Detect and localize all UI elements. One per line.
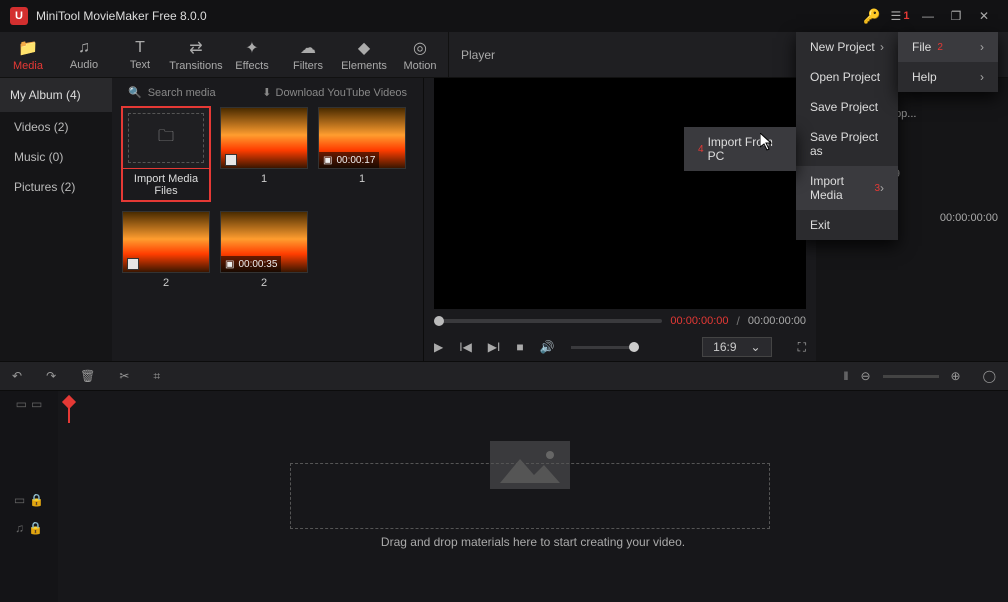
menu-new-project[interactable]: New Project› <box>796 32 898 62</box>
tab-audio[interactable]: ♫Audio <box>56 32 112 78</box>
video-icon: ▣ <box>225 259 234 270</box>
effects-icon: ✦ <box>245 38 258 58</box>
play-button[interactable]: ▶ <box>434 340 443 354</box>
stop-button[interactable]: ■ <box>516 340 523 354</box>
audio-track-icon[interactable]: ♫ <box>15 521 24 535</box>
filters-icon: ☁ <box>300 38 316 58</box>
sidebar-item-pictures[interactable]: Pictures (2) <box>0 172 112 202</box>
media-tile[interactable]: 2 <box>122 211 210 289</box>
minimize-button[interactable]: — <box>914 0 942 32</box>
tab-transitions[interactable]: ⇄Transitions <box>168 32 224 78</box>
maximize-button[interactable]: ❐ <box>942 0 970 32</box>
text-icon: T <box>135 39 145 57</box>
chevron-right-icon: › <box>980 70 984 84</box>
volume-icon[interactable]: 🔊 <box>540 340 555 354</box>
video-track-icon[interactable]: ▭ <box>14 493 25 507</box>
media-tile[interactable]: ▣00:00:17 1 <box>318 107 406 201</box>
menu-open-project[interactable]: Open Project <box>796 62 898 92</box>
tab-text[interactable]: TText <box>112 32 168 78</box>
media-tile[interactable]: 1 <box>220 107 308 201</box>
video-icon: ▣ <box>323 155 332 166</box>
sidebar-item-videos[interactable]: Videos (2) <box>0 112 112 142</box>
fullscreen-icon[interactable]: ⛶ <box>798 340 806 355</box>
seek-slider[interactable] <box>434 319 662 323</box>
tab-media[interactable]: 📁Media <box>0 32 56 78</box>
download-youtube-button[interactable]: ⬇ Download YouTube Videos <box>262 86 407 99</box>
lock-track-icon[interactable]: ▭ <box>16 397 27 411</box>
elements-icon: ◆ <box>358 38 370 58</box>
aspect-ratio-select[interactable]: 16:9⌄ <box>702 337 771 357</box>
prev-frame-button[interactable]: I◀ <box>459 340 472 354</box>
next-frame-button[interactable]: ▶I <box>488 340 501 354</box>
menu-import-media[interactable]: Import Media3› <box>796 166 898 210</box>
sidebar-header[interactable]: My Album (4) <box>0 78 112 112</box>
chevron-right-icon: › <box>880 40 884 54</box>
playhead-line <box>68 403 70 423</box>
menu-save-project[interactable]: Save Project <box>796 92 898 122</box>
player-label: Player <box>461 48 495 62</box>
tab-elements[interactable]: ◆Elements <box>336 32 392 78</box>
timeline-hint: Drag and drop materials here to start cr… <box>58 535 1008 549</box>
menu-file[interactable]: File2› <box>898 32 998 62</box>
copy-track-icon[interactable]: ▭ <box>31 397 42 411</box>
picture-icon <box>225 154 237 166</box>
picture-icon <box>127 258 139 270</box>
media-tile[interactable]: ▣00:00:35 2 <box>220 211 308 289</box>
menu-exit[interactable]: Exit <box>796 210 898 240</box>
info-duration: 00:00:00:00 <box>940 212 998 224</box>
app-logo: U <box>10 7 28 25</box>
timecode-current: 00:00:00:00 <box>670 315 728 327</box>
zoom-slider[interactable] <box>883 375 939 378</box>
transitions-icon: ⇄ <box>189 38 202 58</box>
zoom-in-button[interactable]: ⊕ <box>951 369 961 383</box>
audio-level-icon[interactable]: ‖ <box>843 369 848 383</box>
chevron-right-icon: › <box>980 40 984 54</box>
delete-button[interactable]: 🗑 <box>80 369 95 383</box>
folder-plus-icon: 🗀 <box>158 125 174 152</box>
search-icon[interactable]: 🔍 <box>128 86 142 99</box>
folder-icon: 📁 <box>18 38 38 58</box>
menu-import-from-pc[interactable]: 4Import From PC <box>684 127 796 171</box>
close-button[interactable]: ✕ <box>970 0 998 32</box>
lock-icon[interactable]: 🔒 <box>28 521 43 535</box>
app-title: MiniTool MovieMaker Free 8.0.0 <box>36 9 207 23</box>
preview-canvas <box>434 78 806 309</box>
audio-icon: ♫ <box>78 39 90 57</box>
crop-button[interactable]: ⌗ <box>153 369 160 384</box>
chevron-down-icon: ⌄ <box>751 340 761 354</box>
timecode-total: 00:00:00:00 <box>748 315 806 327</box>
menu-save-project-as[interactable]: Save Project as <box>796 122 898 166</box>
download-icon: ⬇ <box>262 86 271 99</box>
zoom-out-button[interactable]: ⊖ <box>860 369 870 383</box>
search-input[interactable]: Search media <box>148 87 216 99</box>
volume-slider[interactable] <box>571 346 639 349</box>
key-icon[interactable]: 🔑 <box>858 0 886 32</box>
motion-icon: ◎ <box>413 38 427 58</box>
cut-button[interactable]: ✂ <box>119 369 129 383</box>
timeline-dropzone[interactable] <box>290 463 770 529</box>
sidebar-item-music[interactable]: Music (0) <box>0 142 112 172</box>
tab-motion[interactable]: ◎Motion <box>392 32 448 78</box>
import-media-tile[interactable]: 🗀 Import Media Files <box>122 107 210 201</box>
tab-filters[interactable]: ☁Filters <box>280 32 336 78</box>
menu-help[interactable]: Help› <box>898 62 998 92</box>
redo-button[interactable]: ↷ <box>46 369 56 383</box>
zoom-fit-button[interactable]: ◯ <box>983 369 996 383</box>
tab-effects[interactable]: ✦Effects <box>224 32 280 78</box>
lock-icon[interactable]: 🔒 <box>29 493 44 507</box>
hamburger-menu-icon[interactable]: ☰1 <box>886 0 914 32</box>
chevron-right-icon: › <box>880 181 884 195</box>
undo-button[interactable]: ↶ <box>12 369 22 383</box>
